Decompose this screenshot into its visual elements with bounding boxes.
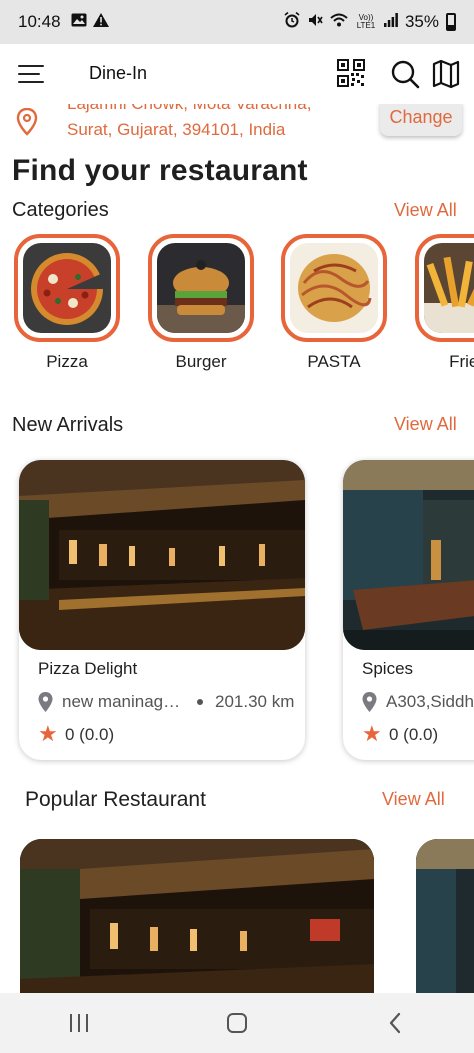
category-label: Fries bbox=[449, 352, 474, 371]
popular-list bbox=[0, 836, 474, 993]
signal-icon bbox=[383, 13, 398, 31]
popular-heading: Popular Restaurant bbox=[25, 788, 206, 811]
new-arrivals-heading: New Arrivals bbox=[12, 414, 124, 436]
qr-code-icon[interactable] bbox=[337, 59, 367, 89]
mute-icon bbox=[307, 12, 323, 32]
restaurant-card-spices[interactable]: Spices A303,Siddh ★ 0 (0.0) bbox=[343, 460, 474, 760]
delivery-address: Lajamni Chowk, Mota Varachha, Surat, Guj… bbox=[0, 104, 474, 154]
categories-list: Pizza Burger PASTA Frie bbox=[0, 234, 474, 374]
popular-restaurant-card[interactable] bbox=[416, 839, 474, 993]
app-bar-title: Dine-In bbox=[89, 63, 148, 83]
category-image-frame bbox=[14, 234, 120, 342]
category-label: Burger bbox=[175, 352, 227, 371]
app-bar: Dine-In bbox=[0, 44, 474, 104]
restaurant-distance: 201.30 km bbox=[215, 692, 295, 711]
category-burger[interactable]: Burger bbox=[148, 234, 254, 372]
location-pin-icon bbox=[16, 107, 38, 136]
category-pasta[interactable]: PASTA bbox=[281, 234, 387, 372]
map-icon[interactable] bbox=[432, 59, 462, 89]
wifi-icon bbox=[330, 13, 348, 31]
restaurant-location: A303,Siddh bbox=[386, 692, 474, 711]
change-address-button[interactable]: Change bbox=[380, 104, 462, 136]
new-arrivals-view-all-link[interactable]: View All bbox=[394, 414, 457, 435]
category-label: PASTA bbox=[307, 352, 361, 371]
popular-view-all-link[interactable]: View All bbox=[382, 789, 445, 810]
star-icon: ★ bbox=[362, 721, 382, 746]
burger-image bbox=[157, 243, 245, 333]
popular-restaurant-card[interactable] bbox=[20, 839, 374, 993]
categories-view-all-link[interactable]: View All bbox=[394, 200, 457, 221]
separator-dot bbox=[197, 699, 203, 705]
restaurant-name: Spices bbox=[362, 659, 414, 678]
restaurant-image bbox=[19, 460, 305, 650]
battery-percent: 35% bbox=[404, 12, 439, 31]
restaurant-image bbox=[416, 839, 474, 993]
status-time: 10:48 bbox=[18, 12, 61, 31]
categories-heading: Categories bbox=[12, 199, 109, 221]
address-line-1: Lajamni Chowk, Mota Varachha, bbox=[67, 104, 311, 114]
category-image-frame bbox=[281, 234, 387, 342]
category-pizza[interactable]: Pizza bbox=[14, 234, 120, 372]
page-title: Find your restaurant bbox=[12, 154, 308, 187]
battery-icon bbox=[446, 13, 456, 31]
pizza-image bbox=[23, 243, 111, 333]
restaurant-location: new maninag… bbox=[62, 692, 181, 711]
home-icon[interactable] bbox=[207, 1001, 267, 1045]
location-pin-icon bbox=[362, 692, 377, 712]
recent-apps-icon[interactable] bbox=[49, 1001, 109, 1045]
new-arrivals-list: Pizza Delight new maninag… 201.30 km ★ 0… bbox=[0, 456, 474, 766]
status-bar: 10:48 Vo)) LTE1 35% bbox=[0, 0, 474, 44]
screen: 10:48 Vo)) LTE1 35% Dine-In Surat, Gujar… bbox=[0, 0, 474, 1053]
category-fries[interactable]: Fries bbox=[415, 234, 474, 372]
status-right: Vo)) LTE1 35% bbox=[284, 11, 456, 32]
category-image-frame bbox=[148, 234, 254, 342]
address-line-2: Surat, Gujarat, 394101, India bbox=[67, 120, 286, 139]
restaurant-name: Pizza Delight bbox=[38, 659, 138, 678]
volte-icon: Vo)) LTE1 bbox=[356, 13, 376, 30]
pasta-image bbox=[290, 243, 378, 333]
fries-image bbox=[424, 243, 474, 333]
category-image-frame bbox=[415, 234, 474, 342]
restaurant-image bbox=[343, 460, 474, 650]
system-navigation-bar bbox=[0, 993, 474, 1053]
star-icon: ★ bbox=[38, 721, 58, 746]
gallery-icon bbox=[71, 13, 87, 31]
restaurant-rating: 0 (0.0) bbox=[389, 725, 439, 744]
location-pin-icon bbox=[38, 692, 53, 712]
alarm-icon bbox=[284, 11, 300, 32]
menu-icon[interactable] bbox=[18, 65, 44, 83]
category-label: Pizza bbox=[46, 352, 88, 371]
warning-icon bbox=[92, 13, 109, 31]
search-icon[interactable] bbox=[390, 59, 420, 89]
restaurant-image bbox=[20, 839, 374, 993]
restaurant-card-pizza-delight[interactable]: Pizza Delight new maninag… 201.30 km ★ 0… bbox=[19, 460, 305, 760]
restaurant-rating: 0 (0.0) bbox=[65, 725, 115, 744]
back-icon[interactable] bbox=[365, 1001, 425, 1045]
